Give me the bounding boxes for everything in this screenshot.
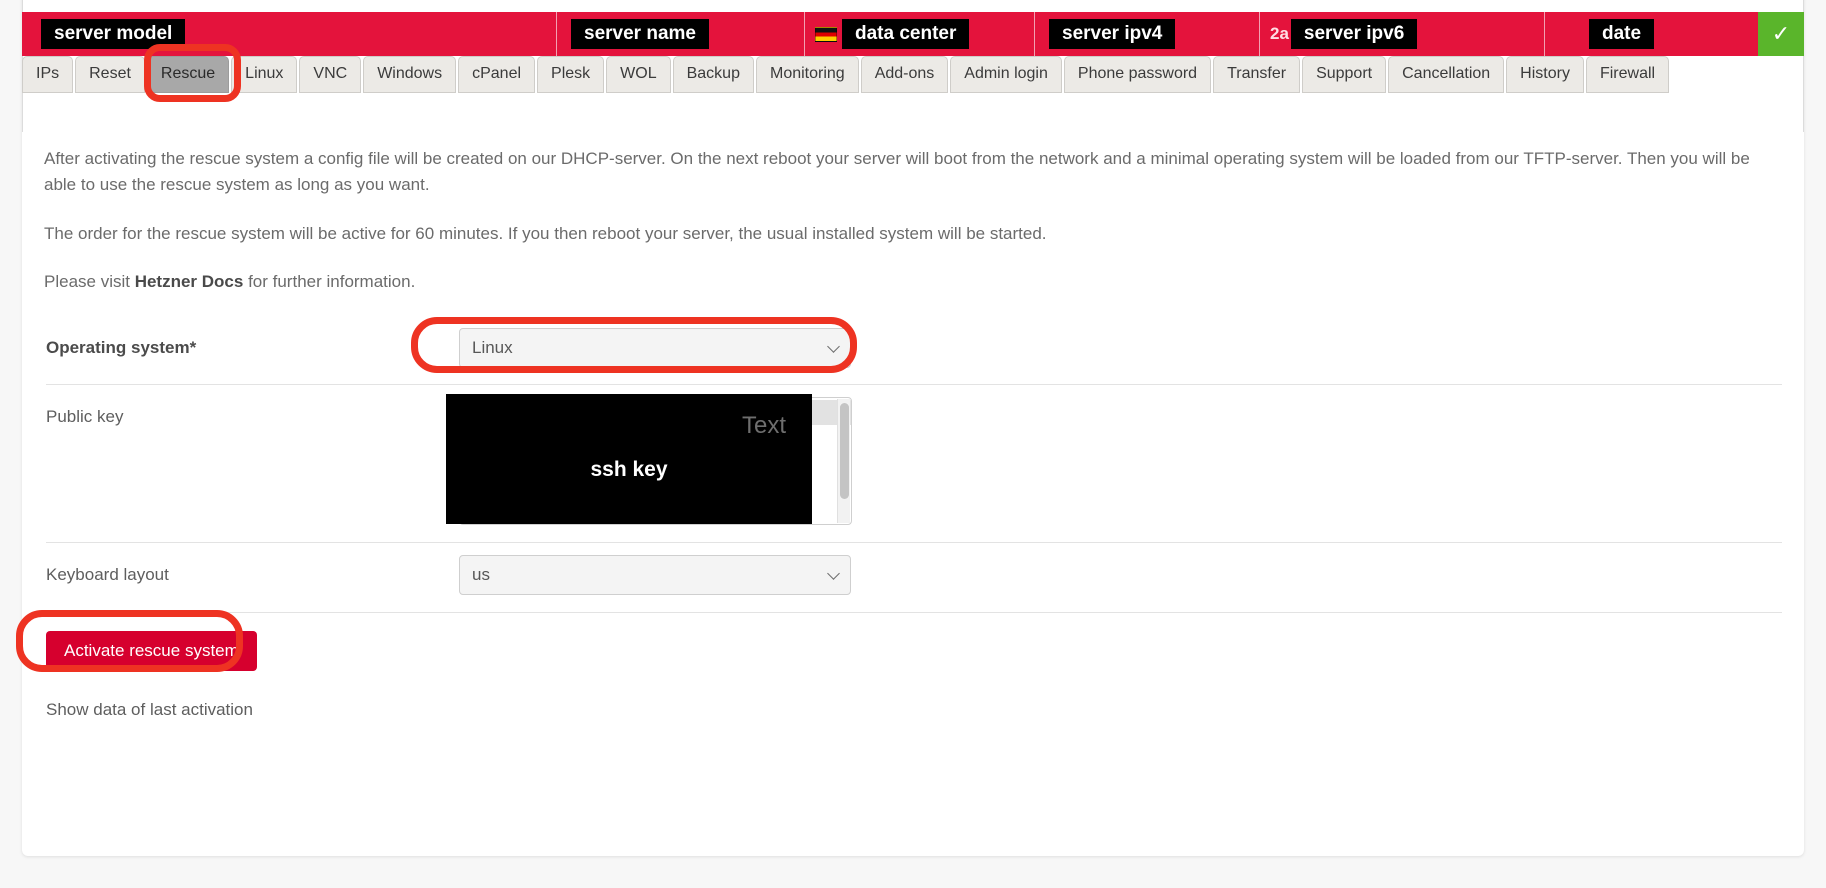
docs-text-before: Please visit (44, 272, 135, 291)
ssh-redaction-hint-text: Text (741, 412, 786, 439)
keyboard-layout-label: Keyboard layout (46, 565, 169, 584)
listbox-scrollbar[interactable] (837, 399, 850, 523)
date-redaction: date (1589, 19, 1655, 49)
tab-monitoring[interactable]: Monitoring (755, 56, 859, 93)
server-summary-bar: server model server name data center ser… (22, 12, 1804, 56)
server-name-cell: server name (557, 12, 805, 56)
operating-system-label: Operating system* (46, 338, 197, 357)
public-key-row: Public key (No key) j r j j A j (46, 384, 1782, 542)
data-center-redaction: data center (842, 19, 970, 49)
keyboard-layout-control: us (459, 543, 1782, 595)
tab-backup[interactable]: Backup (672, 56, 754, 93)
server-ipv4-redaction: server ipv4 (1049, 19, 1176, 49)
chevron-down-icon (827, 567, 840, 580)
listbox-scroll-thumb[interactable] (840, 403, 849, 499)
tab-transfer[interactable]: Transfer (1213, 56, 1301, 93)
tab-strip: IPs Reset Rescue Linux VNC Windows cPane… (22, 56, 1804, 95)
activate-rescue-system-button[interactable]: Activate rescue system (46, 631, 257, 671)
tab-phone-password[interactable]: Phone password (1063, 56, 1212, 93)
operating-system-row: Operating system* Linux (46, 316, 1782, 384)
data-center-cell: data center (805, 12, 1035, 56)
tab-plesk[interactable]: Plesk (537, 56, 605, 93)
tab-wol[interactable]: WOL (606, 56, 671, 93)
show-last-activation-link[interactable]: Show data of last activation (46, 700, 253, 720)
server-model-redaction: server model (41, 19, 186, 49)
activate-row: Activate rescue system (46, 612, 1782, 700)
docs-paragraph: Please visit Hetzner Docs for further in… (34, 269, 1784, 295)
keyboard-layout-select[interactable]: us (459, 555, 851, 595)
last-activation-row: Show data of last activation (46, 700, 1782, 760)
german-flag-icon (815, 26, 837, 42)
rescue-duration-paragraph: The order for the rescue system will be … (44, 224, 1047, 243)
server-ipv6-cell: 2a server ipv6 (1260, 12, 1545, 56)
server-name-redaction: server name (571, 19, 709, 49)
ssh-redaction-label: ssh key (590, 458, 668, 481)
tab-linux[interactable]: Linux (231, 56, 298, 93)
server-model-cell: server model (22, 12, 557, 56)
tab-admin-login[interactable]: Admin login (950, 56, 1062, 93)
tab-cpanel[interactable]: cPanel (458, 56, 536, 93)
keyboard-layout-row: Keyboard layout us (46, 542, 1782, 612)
tab-windows[interactable]: Windows (363, 56, 457, 93)
tab-reset[interactable]: Reset (75, 56, 145, 93)
server-ipv4-cell: server ipv4 (1035, 12, 1260, 56)
tab-rescue[interactable]: Rescue (146, 56, 230, 93)
date-cell: date (1545, 12, 1758, 56)
tab-firewall[interactable]: Firewall (1585, 56, 1670, 93)
status-check-icon[interactable]: ✓ (1758, 12, 1804, 56)
tab-ips[interactable]: IPs (22, 56, 74, 93)
keyboard-layout-value: us (472, 565, 490, 584)
hetzner-docs-link[interactable]: Hetzner Docs (135, 272, 244, 291)
public-key-label: Public key (46, 407, 124, 426)
tab-support[interactable]: Support (1302, 56, 1387, 93)
rescue-description-paragraph: After activating the rescue system a con… (44, 149, 1750, 195)
ipv6-prefix-text: 2a (1270, 24, 1289, 43)
docs-text-after: for further information. (243, 272, 416, 291)
tab-vnc[interactable]: VNC (299, 56, 362, 93)
rescue-panel: After activating the rescue system a con… (22, 132, 1804, 856)
tab-add-ons[interactable]: Add-ons (860, 56, 949, 93)
tab-history[interactable]: History (1506, 56, 1584, 93)
operating-system-select[interactable]: Linux (459, 328, 851, 368)
ssh-key-redaction-overlay: Text ssh key (446, 394, 812, 524)
server-ipv6-redaction: server ipv6 (1290, 19, 1418, 49)
screenshot-root: server model server name data center ser… (0, 0, 1826, 888)
tab-cancellation[interactable]: Cancellation (1388, 56, 1505, 93)
activate-button-wrap: Activate rescue system (46, 613, 257, 671)
operating-system-control: Linux (459, 316, 1782, 368)
operating-system-value: Linux (472, 338, 513, 357)
chevron-down-icon (827, 340, 840, 353)
